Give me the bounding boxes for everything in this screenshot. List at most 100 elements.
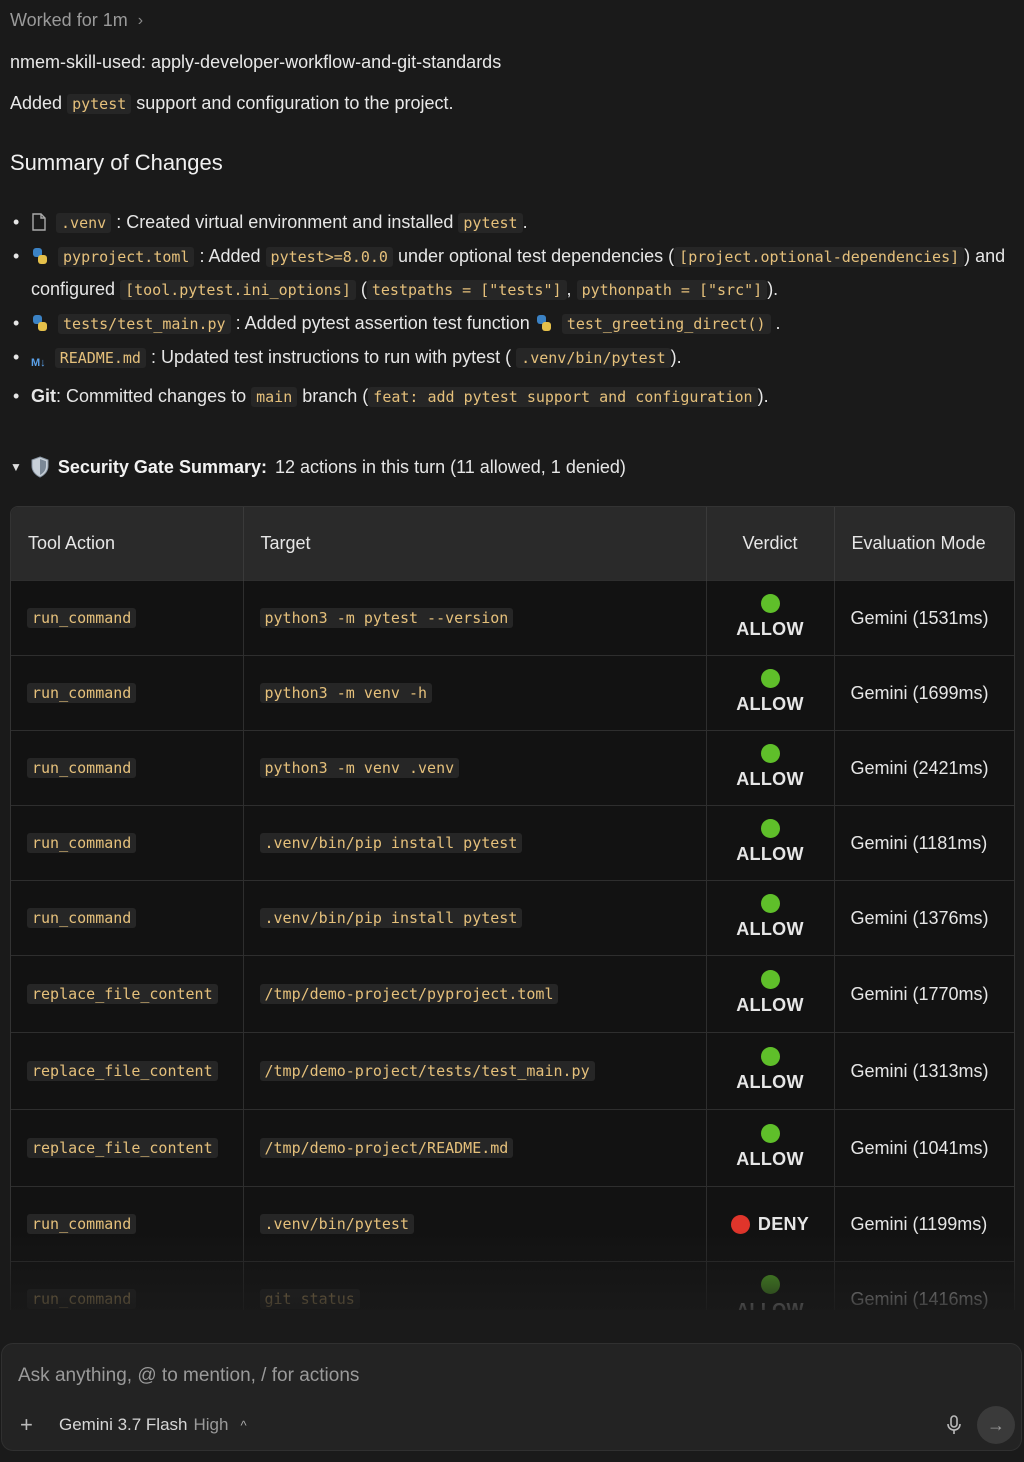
green-circle-icon xyxy=(760,970,780,989)
list-item: M↓ README.md : Updated test instructions… xyxy=(10,341,1010,379)
table-row: replace_file_content/tmp/demo-project/RE… xyxy=(11,1109,1014,1187)
target: .venv/bin/pip install pytest xyxy=(259,833,523,853)
target: .venv/bin/pip install pytest xyxy=(259,908,523,928)
file-link[interactable]: tests/test_main.py xyxy=(58,314,231,334)
skill-line: nmem-skill-used: apply-developer-workflo… xyxy=(10,52,502,72)
evaluation-mode-cell: Gemini (1770ms) xyxy=(834,955,1014,1033)
verdict-cell: ALLOW xyxy=(706,805,835,881)
evaluation-mode-cell: Gemini (1181ms) xyxy=(834,805,1014,881)
intro-pre: Added xyxy=(10,93,63,113)
evaluation-mode: Gemini (1699ms) xyxy=(850,682,989,703)
tool-action-cell: run_command xyxy=(11,1186,244,1262)
text: : Created virtual environment and instal… xyxy=(116,212,454,232)
verdict-label: ALLOW xyxy=(736,844,804,864)
evaluation-mode: Gemini (1416ms) xyxy=(850,1288,989,1309)
evaluation-mode: Gemini (1313ms) xyxy=(850,1060,989,1081)
text: . xyxy=(775,313,781,333)
tool-action-cell: run_command xyxy=(11,880,244,956)
evaluation-mode-cell: Gemini (1699ms) xyxy=(834,655,1014,731)
tool-action-cell: run_command xyxy=(11,805,244,881)
text: under optional test dependencies ( xyxy=(397,246,675,266)
verdict-cell: ALLOW xyxy=(706,880,835,956)
verdict-cell: ALLOW xyxy=(706,1109,835,1187)
green-circle-icon xyxy=(760,1275,780,1295)
evaluation-mode-cell: Gemini (1416ms) xyxy=(834,1261,1014,1310)
tool-action-cell: replace_file_content xyxy=(11,1032,244,1110)
table-row: run_command python3 -m pytest --version AL… xyxy=(11,580,1014,656)
inline-code: testpaths = ["tests"] xyxy=(366,280,567,300)
target-cell: .venv/bin/pip install pytest xyxy=(243,805,707,881)
verdict-cell: ALLOW xyxy=(706,1032,835,1110)
evaluation-mode: Gemini (2421ms) xyxy=(850,757,989,778)
text: ). xyxy=(670,347,682,367)
add-context-button[interactable]: + xyxy=(20,1412,33,1438)
target: /tmp/demo-project/pyproject.toml xyxy=(259,984,559,1004)
send-button[interactable]: → xyxy=(977,1406,1015,1444)
list-item: pyproject.toml : Added pytest>=8.0.0 und… xyxy=(10,240,1010,306)
verdict-label: ALLOW xyxy=(736,995,804,1015)
list-item: tests/test_main.py : Added pytest assert… xyxy=(10,307,1010,340)
target-cell: /tmp/demo-project/README.md xyxy=(243,1109,707,1187)
evaluation-mode: Gemini (1531ms) xyxy=(850,607,989,628)
list-item: .venv : Created virtual environment and … xyxy=(10,206,1010,239)
green-circle-icon xyxy=(760,669,780,688)
intro-line: Added pytest support and configuration t… xyxy=(10,93,454,114)
inline-code: pytest xyxy=(458,213,523,233)
target: git status xyxy=(259,1289,360,1310)
table-row: replace_file_content/tmp/demo-project/te… xyxy=(11,1032,1014,1110)
microphone-icon[interactable] xyxy=(944,1414,964,1436)
verdict-label: ALLOW xyxy=(736,694,804,714)
tool-action: run_command xyxy=(27,1289,137,1310)
evaluation-mode-cell: Gemini (1376ms) xyxy=(834,880,1014,956)
verdict-cell: ALLOW xyxy=(706,730,835,806)
text: ( xyxy=(360,279,367,299)
evaluation-mode: Gemini (1181ms) xyxy=(850,832,988,853)
green-circle-icon xyxy=(760,819,780,838)
tool-action: run_command xyxy=(27,758,137,778)
tool-action-cell: run_command xyxy=(11,1261,244,1310)
evaluation-mode: Gemini (1199ms) xyxy=(850,1213,988,1234)
file-icon xyxy=(32,213,46,231)
inline-code: feat: add pytest support and configurati… xyxy=(368,387,758,407)
table-row: run_command .venv/bin/pip install pytest A… xyxy=(11,880,1014,956)
target: python3 -m pytest --version xyxy=(259,608,514,628)
file-link[interactable]: README.md xyxy=(54,348,146,368)
security-table: Tool Action Target Verdict Evaluation Mo… xyxy=(10,506,1015,1310)
text: . xyxy=(522,212,528,232)
verdict-label: ALLOW xyxy=(736,619,804,639)
evaluation-mode: Gemini (1376ms) xyxy=(850,907,989,928)
column-header: Verdict xyxy=(706,507,835,581)
inline-code: pytest xyxy=(67,94,132,114)
green-circle-icon xyxy=(760,894,780,913)
verdict-label: ALLOW xyxy=(736,769,804,789)
model-name: Gemini 3.7 Flash xyxy=(59,1415,188,1434)
python-icon xyxy=(33,248,47,264)
text: ). xyxy=(757,386,769,406)
inline-code: .venv/bin/pytest xyxy=(516,348,671,368)
evaluation-mode-cell: Gemini (1531ms) xyxy=(834,580,1014,656)
security-summary-toggle[interactable]: ▼ Security Gate Summary: 12 actions in t… xyxy=(10,456,626,478)
file-link[interactable]: pyproject.toml xyxy=(58,247,195,267)
symbol-link[interactable]: test_greeting_direct() xyxy=(561,314,771,334)
intro-post: support and configuration to the project… xyxy=(136,93,454,113)
model-level: High xyxy=(193,1415,229,1434)
model-selector[interactable]: Gemini 3.7 Flash High ^ xyxy=(59,1415,247,1435)
target-cell: python3 -m venv .venv xyxy=(243,730,707,806)
verdict-label: DENY xyxy=(757,1213,810,1234)
security-title: Security Gate Summary: xyxy=(57,456,267,477)
tool-action-cell: run_command xyxy=(11,655,244,731)
prompt-input[interactable]: Ask anything, @ to mention, / for action… xyxy=(18,1365,359,1387)
table-row: run_command git status ALLOW Gemini (1416ms… xyxy=(11,1261,1014,1310)
file-link[interactable]: .venv xyxy=(56,213,112,233)
target-cell: .venv/bin/pip install pytest xyxy=(243,880,707,956)
worked-indicator[interactable]: Worked for 1m › xyxy=(10,10,143,31)
green-circle-icon xyxy=(760,1124,780,1143)
tool-action: run_command xyxy=(27,683,137,703)
inline-code: main xyxy=(251,387,298,407)
changes-list: .venv : Created virtual environment and … xyxy=(10,206,1010,414)
target: /tmp/demo-project/README.md xyxy=(259,1138,514,1158)
verdict-cell: DENY xyxy=(706,1186,835,1262)
verdict-cell: ALLOW xyxy=(706,580,835,656)
green-circle-icon xyxy=(760,594,780,613)
table-row: run_command .venv/bin/pip install pytest A… xyxy=(11,805,1014,881)
